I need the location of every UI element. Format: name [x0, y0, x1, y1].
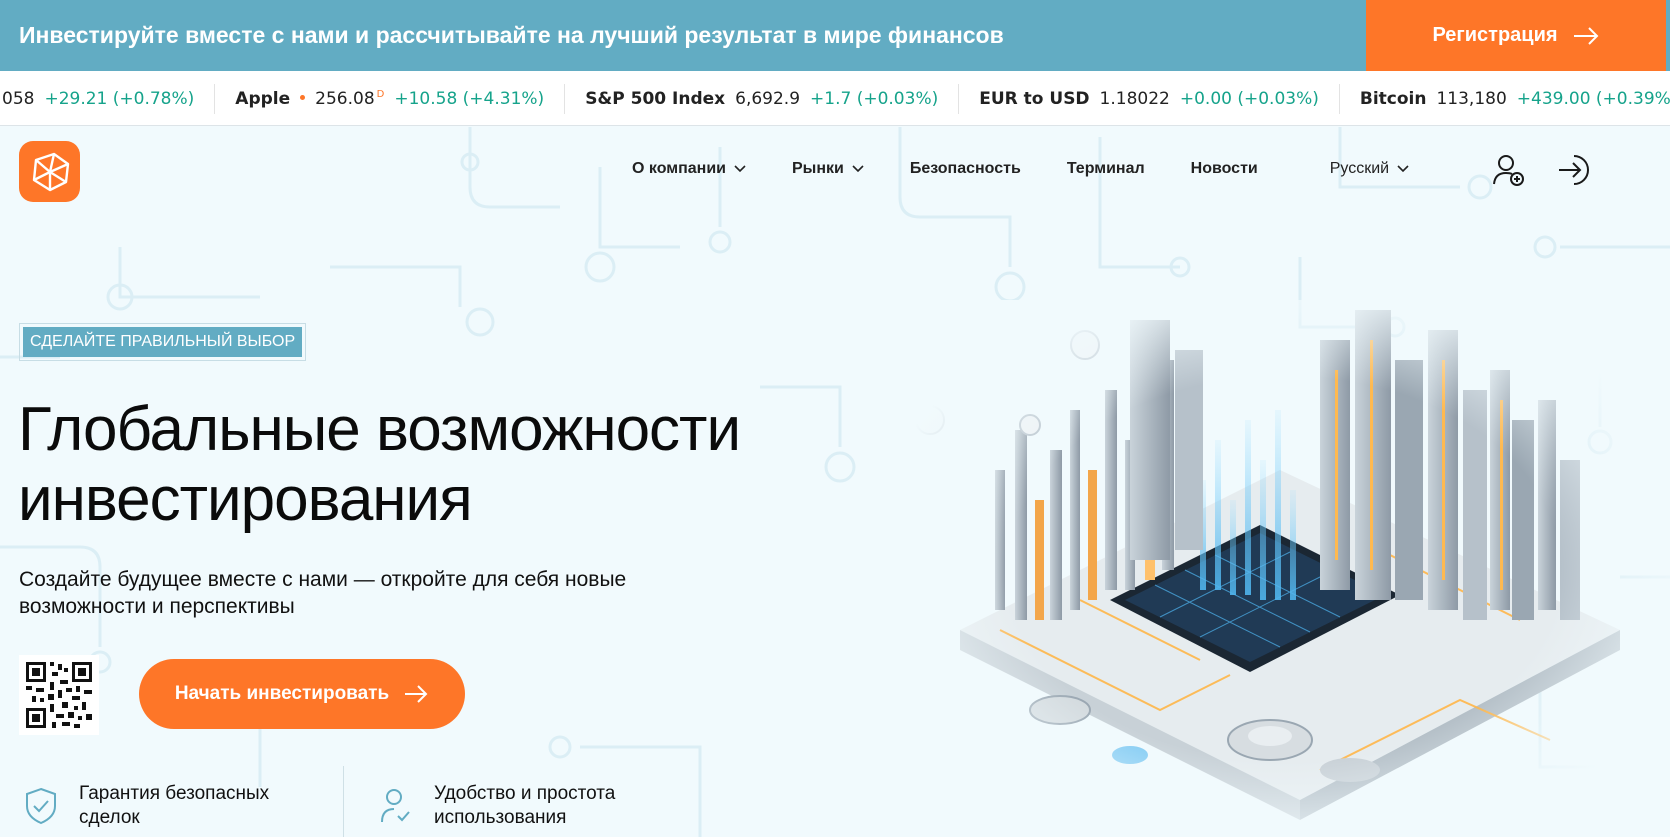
chevron-down-icon [734, 165, 746, 173]
start-investing-label: Начать инвестировать [174, 683, 390, 704]
ticker-name: Apple [235, 88, 291, 109]
shield-check-icon [26, 787, 56, 825]
user-add-icon[interactable] [1491, 152, 1527, 188]
user-check-icon [381, 789, 410, 823]
ticker-item[interactable]: Bitcoin 113,180 +439.00 (+0.39%) [1340, 84, 1670, 114]
nav-markets[interactable]: Рынки [792, 160, 864, 178]
nav-news[interactable]: Новости [1191, 160, 1258, 178]
register-button[interactable]: Регистрация [1366, 0, 1666, 71]
promo-text: Инвестируйте вместе с нами и рассчитывай… [19, 22, 1004, 48]
chevron-down-icon [1397, 165, 1409, 173]
feature-text-line1: Гарантия безопасных [79, 783, 270, 804]
feature-item: Гарантия безопасных сделок [23, 782, 269, 830]
nav-security-label: Безопасность [909, 160, 1021, 177]
ticker-change: +0.00 (+0.03%) [1179, 88, 1319, 109]
ticker-item[interactable]: 058 +29.21 (+0.78%) [0, 83, 216, 114]
language-label: Русский [1329, 160, 1390, 177]
ticker-price: 256.08 D [315, 88, 385, 109]
feature-text-line1: Удобство и простота [434, 783, 616, 804]
ticker-change: +439.00 (+0.39%) [1516, 88, 1670, 109]
promo-bar: Инвестируйте вместе с нами и рассчитывай… [0, 0, 1670, 71]
price-ticker: 058 +29.21 (+0.78%) Apple 256.08 D +10.58… [0, 71, 1670, 126]
nav-about[interactable]: О компании [632, 160, 746, 178]
ticker-sup: D [376, 88, 385, 100]
login-icon[interactable] [1556, 152, 1592, 188]
hero-badge: СДЕЛАЙТЕ ПРАВИЛЬНЫЙ ВЫБОР [18, 323, 307, 361]
arrow-right-icon [405, 685, 428, 703]
chevron-down-icon [852, 165, 864, 173]
ticker-name: S&P 500 Index [585, 88, 726, 109]
qr-code [19, 655, 99, 735]
register-label: Регистрация [1432, 24, 1558, 46]
nav-security[interactable]: Безопасность [910, 160, 1021, 178]
ticker-price: 6,692.9 [735, 88, 801, 109]
ticker-price: 058 [2, 88, 35, 109]
feature-divider [343, 766, 344, 837]
market-status-dot [300, 95, 306, 100]
start-investing-button[interactable]: Начать инвестировать [139, 659, 465, 729]
nav-about-label: О компании [632, 160, 726, 177]
feature-item: Удобство и простота использования [378, 782, 615, 830]
ticker-item[interactable]: EUR to USD 1.18022 +0.00 (+0.03%) [959, 83, 1340, 114]
feature-text-line2: сделок [79, 807, 140, 828]
ticker-item[interactable]: Apple 256.08 D +10.58 (+4.31%) [215, 83, 566, 114]
ticker-item[interactable]: S&P 500 Index 6,692.9 +1.7 (+0.03%) [565, 83, 960, 114]
logo-mark-icon [32, 152, 69, 191]
arrow-right-icon [1573, 26, 1598, 45]
ticker-name: EUR to USD [979, 88, 1090, 109]
ticker-change: +29.21 (+0.78%) [44, 88, 195, 109]
nav-terminal[interactable]: Терминал [1067, 160, 1145, 178]
hero-illustration [900, 300, 1670, 837]
hero-title: Глобальные возможности инвестирования [18, 395, 741, 534]
ticker-price: 113,180 [1436, 88, 1507, 109]
ticker-name: Bitcoin [1359, 88, 1427, 109]
language-selector[interactable]: Русский [1330, 160, 1409, 178]
site-logo[interactable] [19, 141, 80, 202]
nav-terminal-label: Терминал [1066, 160, 1145, 177]
feature-text-line2: использования [434, 807, 567, 828]
ticker-change: +1.7 (+0.03%) [810, 88, 939, 109]
ticker-price: 1.18022 [1099, 88, 1170, 109]
nav-markets-label: Рынки [791, 160, 844, 177]
ticker-change: +10.58 (+4.31%) [394, 88, 545, 109]
main-nav: О компании Рынки Безопасность Терминал Н… [632, 160, 1409, 178]
nav-news-label: Новости [1190, 160, 1258, 177]
hero-subtitle: Создайте будущее вместе с нами — откройт… [19, 568, 627, 618]
